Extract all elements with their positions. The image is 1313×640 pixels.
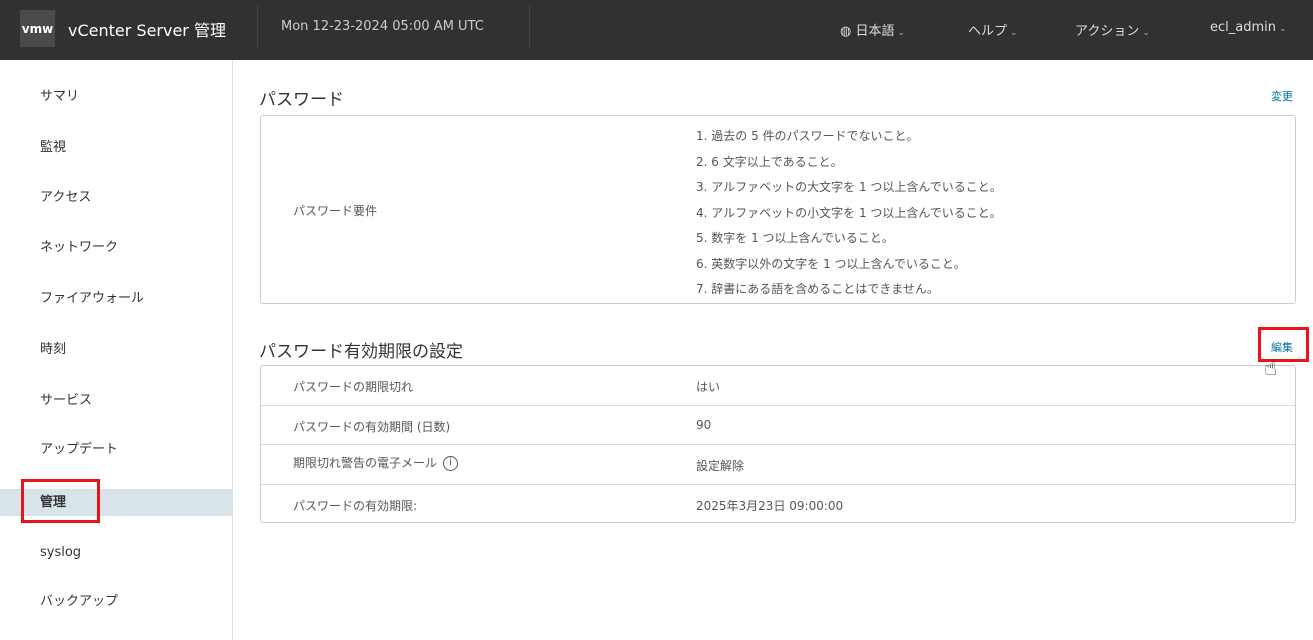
divider [257, 6, 258, 49]
actions-label: アクション [1075, 24, 1140, 39]
chevron-down-icon: ⌄ [1010, 28, 1018, 38]
sidebar-item-update[interactable]: アップデート [0, 436, 233, 463]
chevron-down-icon: ⌄ [1279, 24, 1287, 34]
sidebar-item-syslog[interactable]: syslog [0, 539, 233, 566]
user-label: ecl_admin [1210, 20, 1276, 35]
requirements-label: パスワード要件 [293, 204, 378, 218]
hand-cursor-icon: ☝ [1264, 356, 1278, 381]
requirement-item: 1. 過去の 5 件のパスワードでないこと。 [696, 129, 919, 143]
row-label: パスワードの有効期間 (日数) [293, 419, 451, 434]
table-row: パスワードの有効期間 (日数) 90 [261, 406, 1295, 445]
requirement-item: 5. 数字を 1 つ以上含んでいること。 [696, 231, 894, 245]
requirement-item: 3. アルファベットの大文字を 1 つ以上含んでいること。 [696, 180, 1002, 194]
row-value: 2025年3月23日 09:00:00 [696, 498, 844, 513]
table-row: パスワードの期限切れ はい [261, 366, 1295, 406]
row-value: 90 [696, 417, 712, 432]
row-label-wrap: 期限切れ警告の電子メール i [293, 454, 459, 471]
password-section-title: パスワード [259, 90, 344, 110]
globe-icon: ◍ [840, 24, 856, 39]
sidebar-item-backup[interactable]: バックアップ [0, 588, 233, 615]
row-label: パスワードの期限切れ [293, 380, 414, 394]
datetime: Mon 12-23-2024 05:00 AM UTC [281, 19, 484, 34]
requirement-item: 6. 英数字以外の文字を 1 つ以上含んでいること。 [696, 256, 966, 271]
table-row: パスワードの有効期限: 2025年3月23日 09:00:00 [261, 485, 1295, 525]
expiry-section-title: パスワード有効期限の設定 [259, 342, 463, 362]
sidebar-item-monitor[interactable]: 監視 [0, 134, 233, 161]
sidebar-item-summary[interactable]: サマリ [0, 83, 233, 110]
chevron-down-icon: ⌄ [1142, 28, 1150, 38]
requirement-item: 4. アルファベットの小文字を 1 つ以上含んでいること。 [696, 205, 1002, 220]
sidebar-item-firewall[interactable]: ファイアウォール [0, 285, 233, 312]
row-value: 設定解除 [696, 459, 745, 473]
sidebar-item-services[interactable]: サービス [0, 387, 233, 414]
app-title: vCenter Server 管理 [68, 21, 226, 40]
chevron-down-icon: ⌄ [897, 28, 906, 38]
help-menu[interactable]: ヘルプ ⌄ [968, 20, 1018, 39]
actions-menu[interactable]: アクション ⌄ [1075, 20, 1150, 39]
top-header: vmw vCenter Server 管理 Mon 12-23-2024 05:… [0, 0, 1313, 60]
sidebar-item-network[interactable]: ネットワーク [0, 234, 233, 261]
requirements-list: 1. 過去の 5 件のパスワードでないこと。 2. 6 文字以上であること。 3… [696, 124, 1002, 303]
row-label: パスワードの有効期限: [293, 498, 418, 513]
sidebar: サマリ 監視 アクセス ネットワーク ファイアウォール 時刻 サービス アップデ… [0, 60, 233, 640]
divider [529, 6, 530, 49]
vmware-logo: vmw [20, 10, 55, 47]
password-requirements-card: パスワード要件 1. 過去の 5 件のパスワードでないこと。 2. 6 文字以上… [260, 115, 1296, 304]
expiry-settings-card: パスワードの期限切れ はい パスワードの有効期間 (日数) 90 期限切れ警告の電子… [260, 365, 1296, 523]
language-label: 日本語 [855, 24, 895, 39]
info-icon[interactable]: i [443, 456, 459, 471]
sidebar-item-time[interactable]: 時刻 [0, 336, 233, 363]
row-value: はい [696, 380, 721, 394]
row-label: 期限切れ警告の電子メール [293, 456, 438, 470]
change-link[interactable]: 変更 [1271, 88, 1293, 104]
sidebar-item-access[interactable]: アクセス [0, 184, 233, 211]
requirement-item: 7. 辞書にある語を含めることはできません。 [696, 282, 939, 296]
language-menu[interactable]: ◍ 日本語 ⌄ [840, 20, 905, 39]
user-menu[interactable]: ecl_admin ⌄ [1210, 20, 1287, 35]
table-row: 期限切れ警告の電子メール i 設定解除 [261, 445, 1295, 485]
highlight-box [21, 479, 100, 523]
requirement-item: 2. 6 文字以上であること。 [696, 154, 843, 169]
help-label: ヘルプ [968, 24, 1008, 39]
